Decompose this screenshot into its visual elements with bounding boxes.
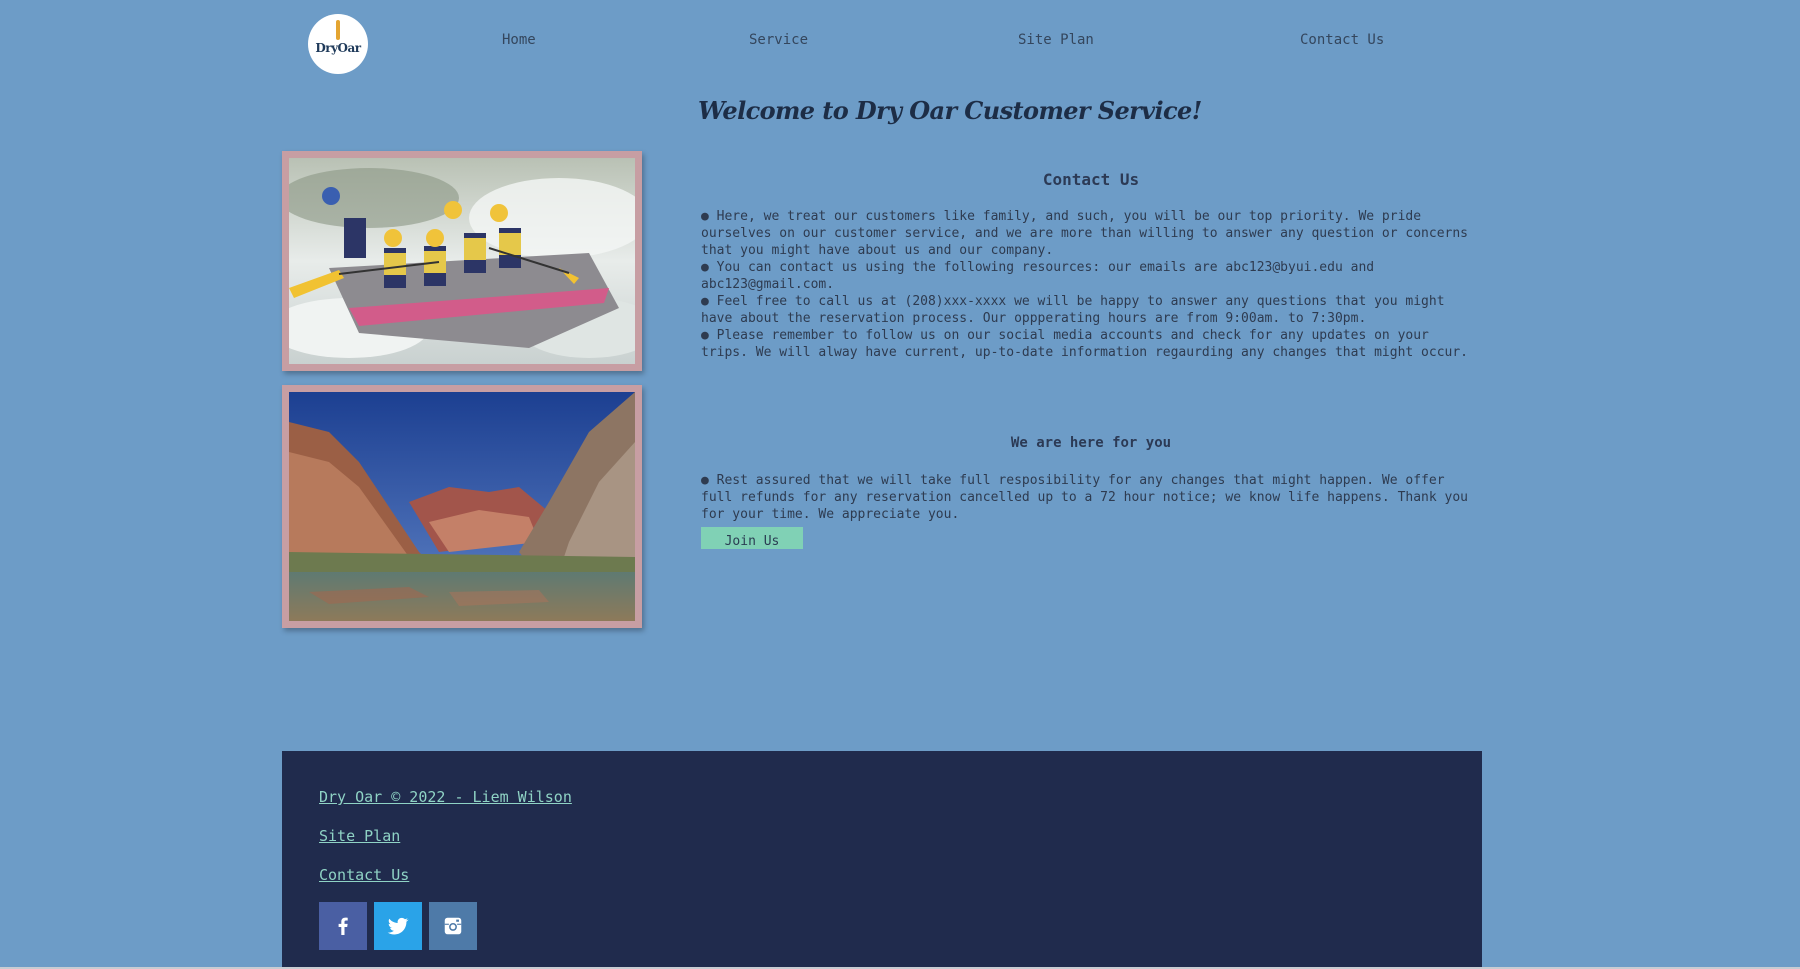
page-title: Welcome to Dry Oar Customer Service! [698, 96, 1202, 125]
footer-copyright-link[interactable]: Dry Oar © 2022 - Liem Wilson [319, 788, 572, 806]
instagram-button[interactable] [429, 902, 477, 950]
footer-site-plan-link[interactable]: Site Plan [319, 827, 400, 845]
rafting-photo-frame [282, 151, 642, 371]
nav-site-plan[interactable]: Site Plan [1018, 32, 1094, 48]
contact-text: ● Here, we treat our customers like fami… [701, 209, 1469, 360]
canyon-photo [289, 392, 635, 621]
support-title: We are here for you [1010, 435, 1172, 451]
contact-title: Contact Us [1042, 170, 1140, 189]
logo-text: DryOar [315, 41, 361, 55]
nav-home[interactable]: Home [502, 32, 536, 48]
instagram-icon [444, 917, 462, 935]
twitter-button[interactable] [374, 902, 422, 950]
canyon-photo-frame [282, 385, 642, 628]
rafting-photo [289, 158, 635, 364]
facebook-icon [338, 917, 348, 935]
support-text: ● Rest assured that we will take full re… [701, 473, 1469, 522]
join-us-button[interactable]: Join Us [701, 527, 803, 549]
twitter-icon [387, 917, 409, 935]
dryoar-logo[interactable]: DryOar [308, 14, 368, 74]
footer-contact-link[interactable]: Contact Us [319, 866, 409, 884]
nav-contact-us[interactable]: Contact Us [1300, 32, 1384, 48]
paddle-icon [336, 20, 340, 40]
facebook-button[interactable] [319, 902, 367, 950]
nav-service[interactable]: Service [749, 32, 808, 48]
footer: Dry Oar © 2022 - Liem Wilson Site Plan C… [282, 751, 1482, 969]
